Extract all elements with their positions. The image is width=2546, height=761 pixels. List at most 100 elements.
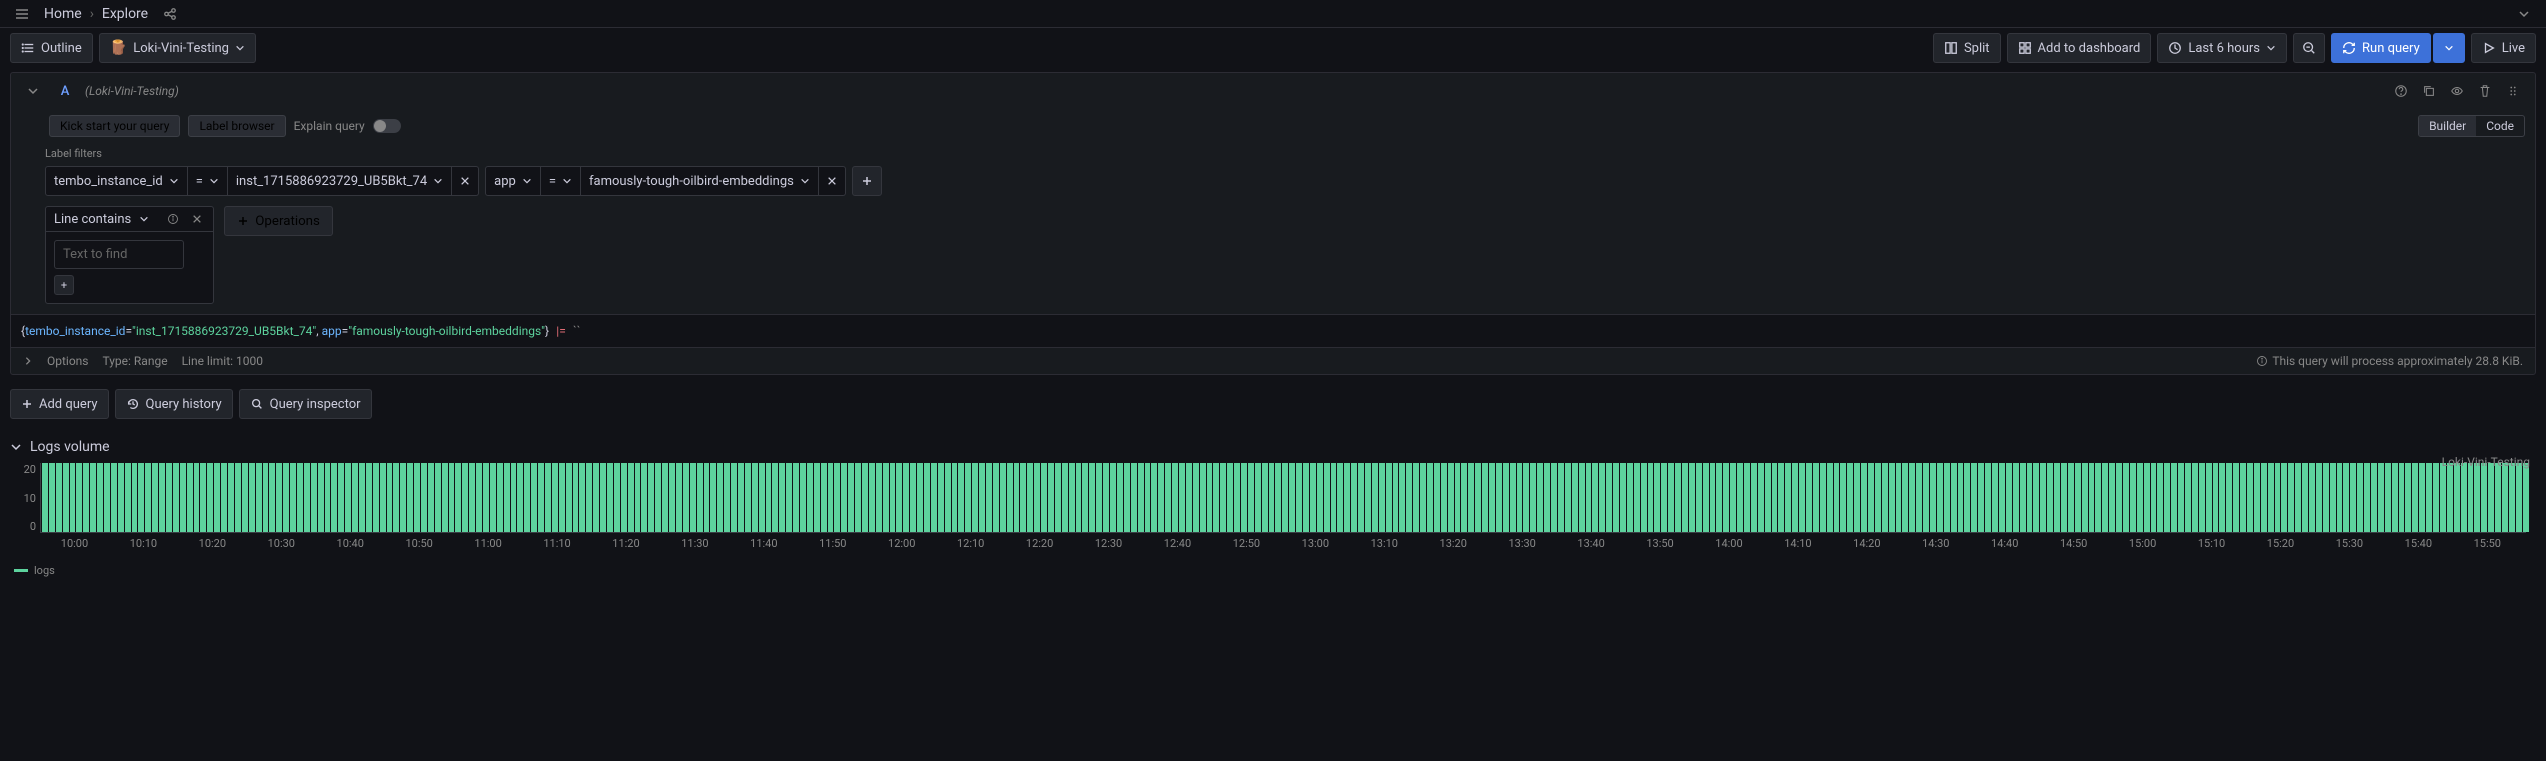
text-to-find-input[interactable] xyxy=(54,240,184,269)
collapse-logs-icon[interactable] xyxy=(10,441,22,453)
clock-icon xyxy=(2168,41,2182,55)
filter-value-select[interactable]: inst_1715886923729_UB5Bkt_74 xyxy=(227,166,452,196)
op-title: Line contains xyxy=(54,212,131,227)
live-button[interactable]: Live xyxy=(2471,33,2536,63)
query-name: (Loki-Vini-Testing) xyxy=(85,84,179,98)
chevron-down-icon xyxy=(2444,43,2454,53)
chevron-down-icon xyxy=(800,176,810,186)
play-icon xyxy=(2482,41,2496,55)
add-dashboard-label: Add to dashboard xyxy=(2038,41,2141,56)
outline-label: Outline xyxy=(41,41,82,56)
close-icon xyxy=(460,176,470,186)
filter-remove-button[interactable] xyxy=(452,166,479,196)
copy-icon[interactable] xyxy=(2417,79,2441,103)
operations-label: Operations xyxy=(255,214,320,229)
plus-icon xyxy=(21,398,33,410)
explain-toggle[interactable] xyxy=(373,119,401,133)
query-letter: A xyxy=(55,81,75,101)
chevron-down-icon xyxy=(562,176,572,186)
eye-icon[interactable] xyxy=(2445,79,2469,103)
line-limit-label: Line limit: 1000 xyxy=(182,354,263,368)
breadcrumb-explore[interactable]: Explore xyxy=(102,6,148,22)
logs-volume-title: Logs volume xyxy=(30,439,110,455)
query-code-preview: {tembo_instance_id="inst_1715886923729_U… xyxy=(11,314,2535,347)
legend-swatch xyxy=(14,569,28,572)
run-query-dropdown[interactable] xyxy=(2433,33,2465,63)
line-contains-op: Line contains + xyxy=(45,206,214,304)
chevron-down-icon xyxy=(522,176,532,186)
logs-chart[interactable]: Loki-Vini-Testing 20100 10:0010:1010:201… xyxy=(40,463,2526,558)
builder-mode[interactable]: Builder xyxy=(2419,116,2476,136)
filter-key-value: tembo_instance_id xyxy=(54,174,163,189)
chevron-down-icon xyxy=(235,43,245,53)
trash-icon[interactable] xyxy=(2473,79,2497,103)
query-history-button[interactable]: Query history xyxy=(115,389,233,419)
live-label: Live xyxy=(2502,41,2525,56)
close-icon xyxy=(827,176,837,186)
datasource-picker[interactable]: 🪵 Loki-Vini-Testing xyxy=(99,33,256,63)
label-filters-label: Label filters xyxy=(45,147,2517,160)
history-icon xyxy=(126,397,140,411)
inspector-icon xyxy=(250,397,264,411)
legend-label: logs xyxy=(34,564,55,577)
outline-button[interactable]: Outline xyxy=(10,33,93,63)
filter-op-value: = xyxy=(549,174,556,189)
chevron-down-icon xyxy=(2266,43,2276,53)
expand-options-icon[interactable] xyxy=(23,356,33,366)
run-query-button[interactable]: Run query xyxy=(2331,33,2431,63)
query-inspector-button[interactable]: Query inspector xyxy=(239,389,372,419)
query-inspector-label: Query inspector xyxy=(270,397,361,412)
list-icon xyxy=(21,41,35,55)
filter-op-value: = xyxy=(196,174,203,189)
time-range-label: Last 6 hours xyxy=(2188,41,2260,56)
help-icon[interactable] xyxy=(2389,79,2413,103)
chevron-down-icon[interactable] xyxy=(139,214,149,224)
filter-key-select[interactable]: tembo_instance_id xyxy=(45,166,188,196)
code-mode[interactable]: Code xyxy=(2476,116,2524,136)
options-label[interactable]: Options xyxy=(47,354,89,368)
zoom-out-icon xyxy=(2302,41,2316,55)
filter-op-select[interactable]: = xyxy=(188,166,227,196)
zoom-out-button[interactable] xyxy=(2293,33,2325,63)
add-query-button[interactable]: Add query xyxy=(10,389,109,419)
info-icon[interactable] xyxy=(165,211,181,227)
filter-key-select[interactable]: app xyxy=(485,166,541,196)
collapse-query-icon[interactable] xyxy=(21,79,45,103)
chevron-right-icon: › xyxy=(90,6,94,22)
close-icon[interactable] xyxy=(189,211,205,227)
filter-key-value: app xyxy=(494,174,516,189)
chevron-down-icon[interactable] xyxy=(2512,2,2536,26)
explain-label: Explain query xyxy=(294,119,365,133)
run-query-label: Run query xyxy=(2362,41,2420,56)
dashboard-icon xyxy=(2018,41,2032,55)
filter-value-text: inst_1715886923729_UB5Bkt_74 xyxy=(236,174,427,189)
query-history-label: Query history xyxy=(146,397,222,412)
datasource-name: Loki-Vini-Testing xyxy=(133,41,229,56)
operations-button[interactable]: Operations xyxy=(224,206,333,236)
chevron-down-icon xyxy=(433,176,443,186)
plus-icon xyxy=(861,175,873,187)
breadcrumb-home[interactable]: Home xyxy=(44,6,82,22)
split-button[interactable]: Split xyxy=(1933,33,2001,63)
filter-value-text: famously-tough-oilbird-embeddings xyxy=(589,174,794,189)
label-browser-button[interactable]: Label browser xyxy=(188,115,285,137)
drag-handle-icon[interactable] xyxy=(2501,79,2525,103)
cost-message: This query will process approximately 28… xyxy=(2272,354,2523,368)
add-dashboard-button[interactable]: Add to dashboard xyxy=(2007,33,2152,63)
kick-start-button[interactable]: Kick start your query xyxy=(49,115,180,137)
split-label: Split xyxy=(1964,41,1990,56)
add-filter-button[interactable] xyxy=(852,166,882,196)
chevron-down-icon xyxy=(209,176,219,186)
filter-remove-button[interactable] xyxy=(819,166,846,196)
share-icon[interactable] xyxy=(158,2,182,26)
chevron-down-icon xyxy=(169,176,179,186)
type-label: Type: Range xyxy=(103,354,168,368)
plus-icon xyxy=(237,215,249,227)
chart-series-label: Loki-Vini-Testing xyxy=(2442,455,2530,469)
hamburger-icon[interactable] xyxy=(10,2,34,26)
filter-value-select[interactable]: famously-tough-oilbird-embeddings xyxy=(580,166,819,196)
add-param-button[interactable]: + xyxy=(54,275,74,295)
time-range-button[interactable]: Last 6 hours xyxy=(2157,33,2287,63)
filter-op-select[interactable]: = xyxy=(541,166,580,196)
refresh-icon xyxy=(2342,41,2356,55)
